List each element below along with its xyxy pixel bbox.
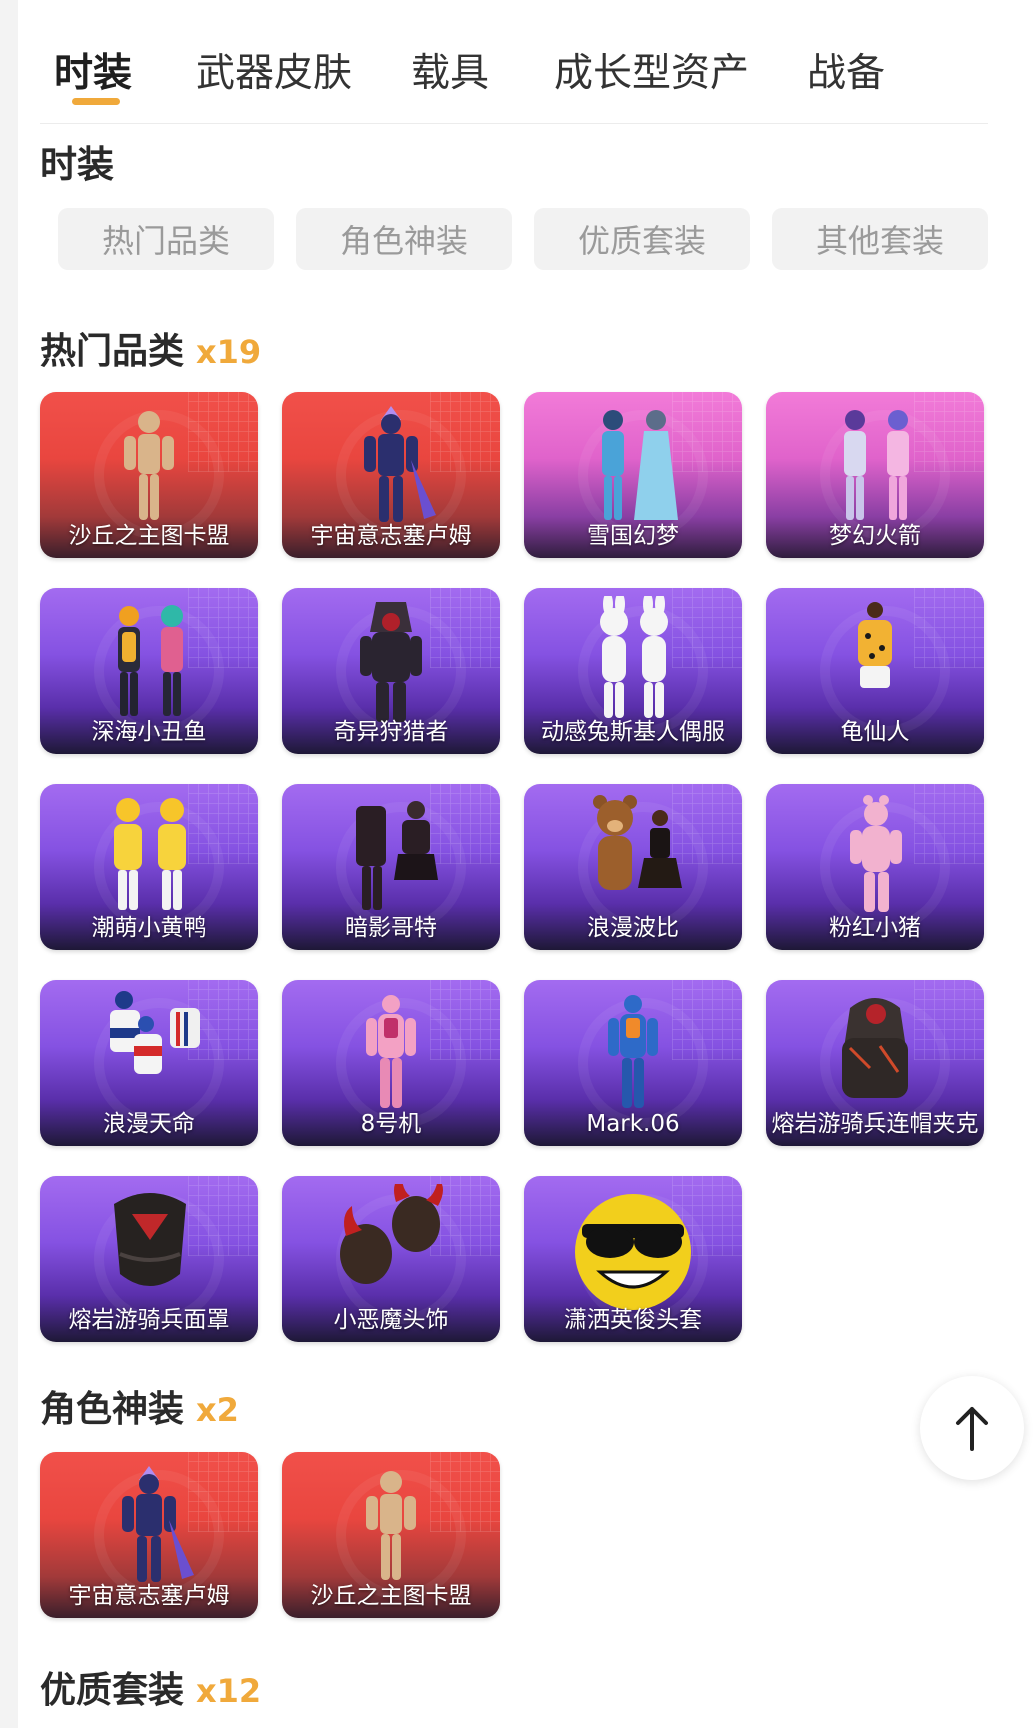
outfit-name: 小恶魔头饰	[333, 1307, 449, 1333]
outfit-name: 潮萌小黄鸭	[91, 915, 207, 941]
arrow-up-icon	[956, 1407, 988, 1451]
group-title: 角色神装	[40, 1389, 185, 1430]
outfit-card[interactable]: 动感兔斯基人偶服	[524, 588, 742, 754]
category-tabs: 时装 武器皮肤 载具 成长型资产 战备	[40, 28, 988, 118]
outfit-name: 8号机	[360, 1111, 422, 1137]
outfit-image	[114, 1193, 186, 1286]
outfit-card[interactable]: 暗影哥特	[282, 784, 500, 950]
outfit-image	[360, 602, 422, 722]
outfit-image	[575, 1194, 691, 1310]
outfit-name: 奇异狩猎者	[333, 719, 449, 745]
section-title: 时装	[40, 143, 114, 186]
outfit-card[interactable]: 粉红小猪	[766, 784, 984, 950]
outfit-name: 熔岩游骑兵面罩	[68, 1307, 230, 1333]
outfit-name: 潇洒英俊头套	[564, 1307, 702, 1333]
outfit-name: 梦幻火箭	[829, 523, 921, 549]
outfit-card[interactable]: 宇宙意志塞卢姆	[40, 1452, 258, 1618]
filter-chip-other[interactable]: 其他套装	[772, 208, 988, 270]
outfit-name: 宇宙意志塞卢姆	[68, 1583, 230, 1609]
outfit-name: 深海小丑鱼	[91, 719, 207, 745]
outfit-image	[340, 1184, 443, 1284]
tab-vehicles[interactable]: 载具	[411, 42, 489, 98]
outfit-card[interactable]: 雪国幻梦	[524, 392, 742, 558]
outfit-image	[600, 596, 668, 718]
outfit-card[interactable]: 宇宙意志塞卢姆	[282, 392, 500, 558]
outfit-image	[124, 411, 174, 520]
outfit-card[interactable]: 潮萌小黄鸭	[40, 784, 258, 950]
tab-fashion[interactable]: 时装	[54, 42, 132, 98]
tab-gear[interactable]: 战备	[807, 42, 885, 98]
outfit-image	[844, 410, 909, 520]
group-title: 优质套装	[40, 1670, 185, 1711]
back-to-top-button[interactable]	[920, 1376, 1024, 1480]
filter-chip-character[interactable]: 角色神装	[296, 208, 512, 270]
group-count: x2	[196, 1391, 239, 1429]
outfit-image	[356, 801, 438, 910]
outfit-name: 宇宙意志塞卢姆	[310, 523, 472, 549]
outfit-image	[110, 991, 200, 1074]
outfit-name: 浪漫天命	[103, 1111, 195, 1137]
outfit-image	[366, 1471, 416, 1580]
outfit-image	[842, 998, 908, 1098]
outfit-card[interactable]: 小恶魔头饰	[282, 1176, 500, 1342]
outfit-name: 熔岩游骑兵连帽夹克	[771, 1111, 979, 1137]
outfit-image	[114, 798, 186, 910]
group-heading-hot: 热门品类 x19	[40, 322, 261, 374]
outfit-image	[122, 1466, 194, 1582]
outfit-image	[858, 602, 892, 688]
outfit-name: 龟仙人	[840, 719, 910, 745]
outfit-image	[608, 995, 658, 1108]
group-count: x19	[196, 333, 262, 371]
tabs-divider	[40, 123, 988, 124]
outfit-card[interactable]: 沙丘之主图卡盟	[282, 1452, 500, 1618]
outfit-image	[118, 605, 183, 716]
outfit-card[interactable]: 浪漫天命	[40, 980, 258, 1146]
outfit-image	[364, 406, 436, 522]
group-title: 热门品类	[40, 331, 185, 372]
outfit-name: Mark.06	[586, 1111, 680, 1137]
outfit-image	[850, 795, 902, 912]
outfit-name: 沙丘之主图卡盟	[310, 1583, 472, 1609]
active-tab-indicator	[72, 98, 120, 105]
group-heading-quality: 优质套装 x12	[40, 1661, 261, 1713]
filter-chips: 热门品类 角色神装 优质套装 其他套装	[40, 208, 990, 270]
outfit-card[interactable]: 梦幻火箭	[766, 392, 984, 558]
filter-chip-quality[interactable]: 优质套装	[534, 208, 750, 270]
outfit-image	[602, 410, 678, 520]
outfit-name: 暗影哥特	[345, 915, 437, 941]
outfit-card[interactable]: 8号机	[282, 980, 500, 1146]
outfit-name: 粉红小猪	[829, 915, 921, 941]
outfit-image	[366, 995, 416, 1108]
outfit-card[interactable]: 龟仙人	[766, 588, 984, 754]
outfit-image	[593, 795, 682, 890]
outfit-card[interactable]: 熔岩游骑兵面罩	[40, 1176, 258, 1342]
group-count: x12	[196, 1672, 262, 1710]
outfit-name: 动感兔斯基人偶服	[541, 719, 725, 745]
outfit-card[interactable]: 奇异狩猎者	[282, 588, 500, 754]
outfit-card[interactable]: 浪漫波比	[524, 784, 742, 950]
outfit-card[interactable]: Mark.06	[524, 980, 742, 1146]
tab-weapon-skins[interactable]: 武器皮肤	[196, 42, 352, 98]
outfit-name: 沙丘之主图卡盟	[68, 523, 230, 549]
outfit-card[interactable]: 潇洒英俊头套	[524, 1176, 742, 1342]
outfit-card[interactable]: 深海小丑鱼	[40, 588, 258, 754]
outfit-name: 雪国幻梦	[587, 523, 679, 549]
outfit-card[interactable]: 熔岩游骑兵连帽夹克	[766, 980, 984, 1146]
group-heading-character: 角色神装 x2	[40, 1380, 239, 1432]
tab-growth-assets[interactable]: 成长型资产	[554, 42, 749, 98]
filter-chip-hot[interactable]: 热门品类	[58, 208, 274, 270]
outfit-name: 浪漫波比	[587, 915, 679, 941]
outfit-card[interactable]: 沙丘之主图卡盟	[40, 392, 258, 558]
